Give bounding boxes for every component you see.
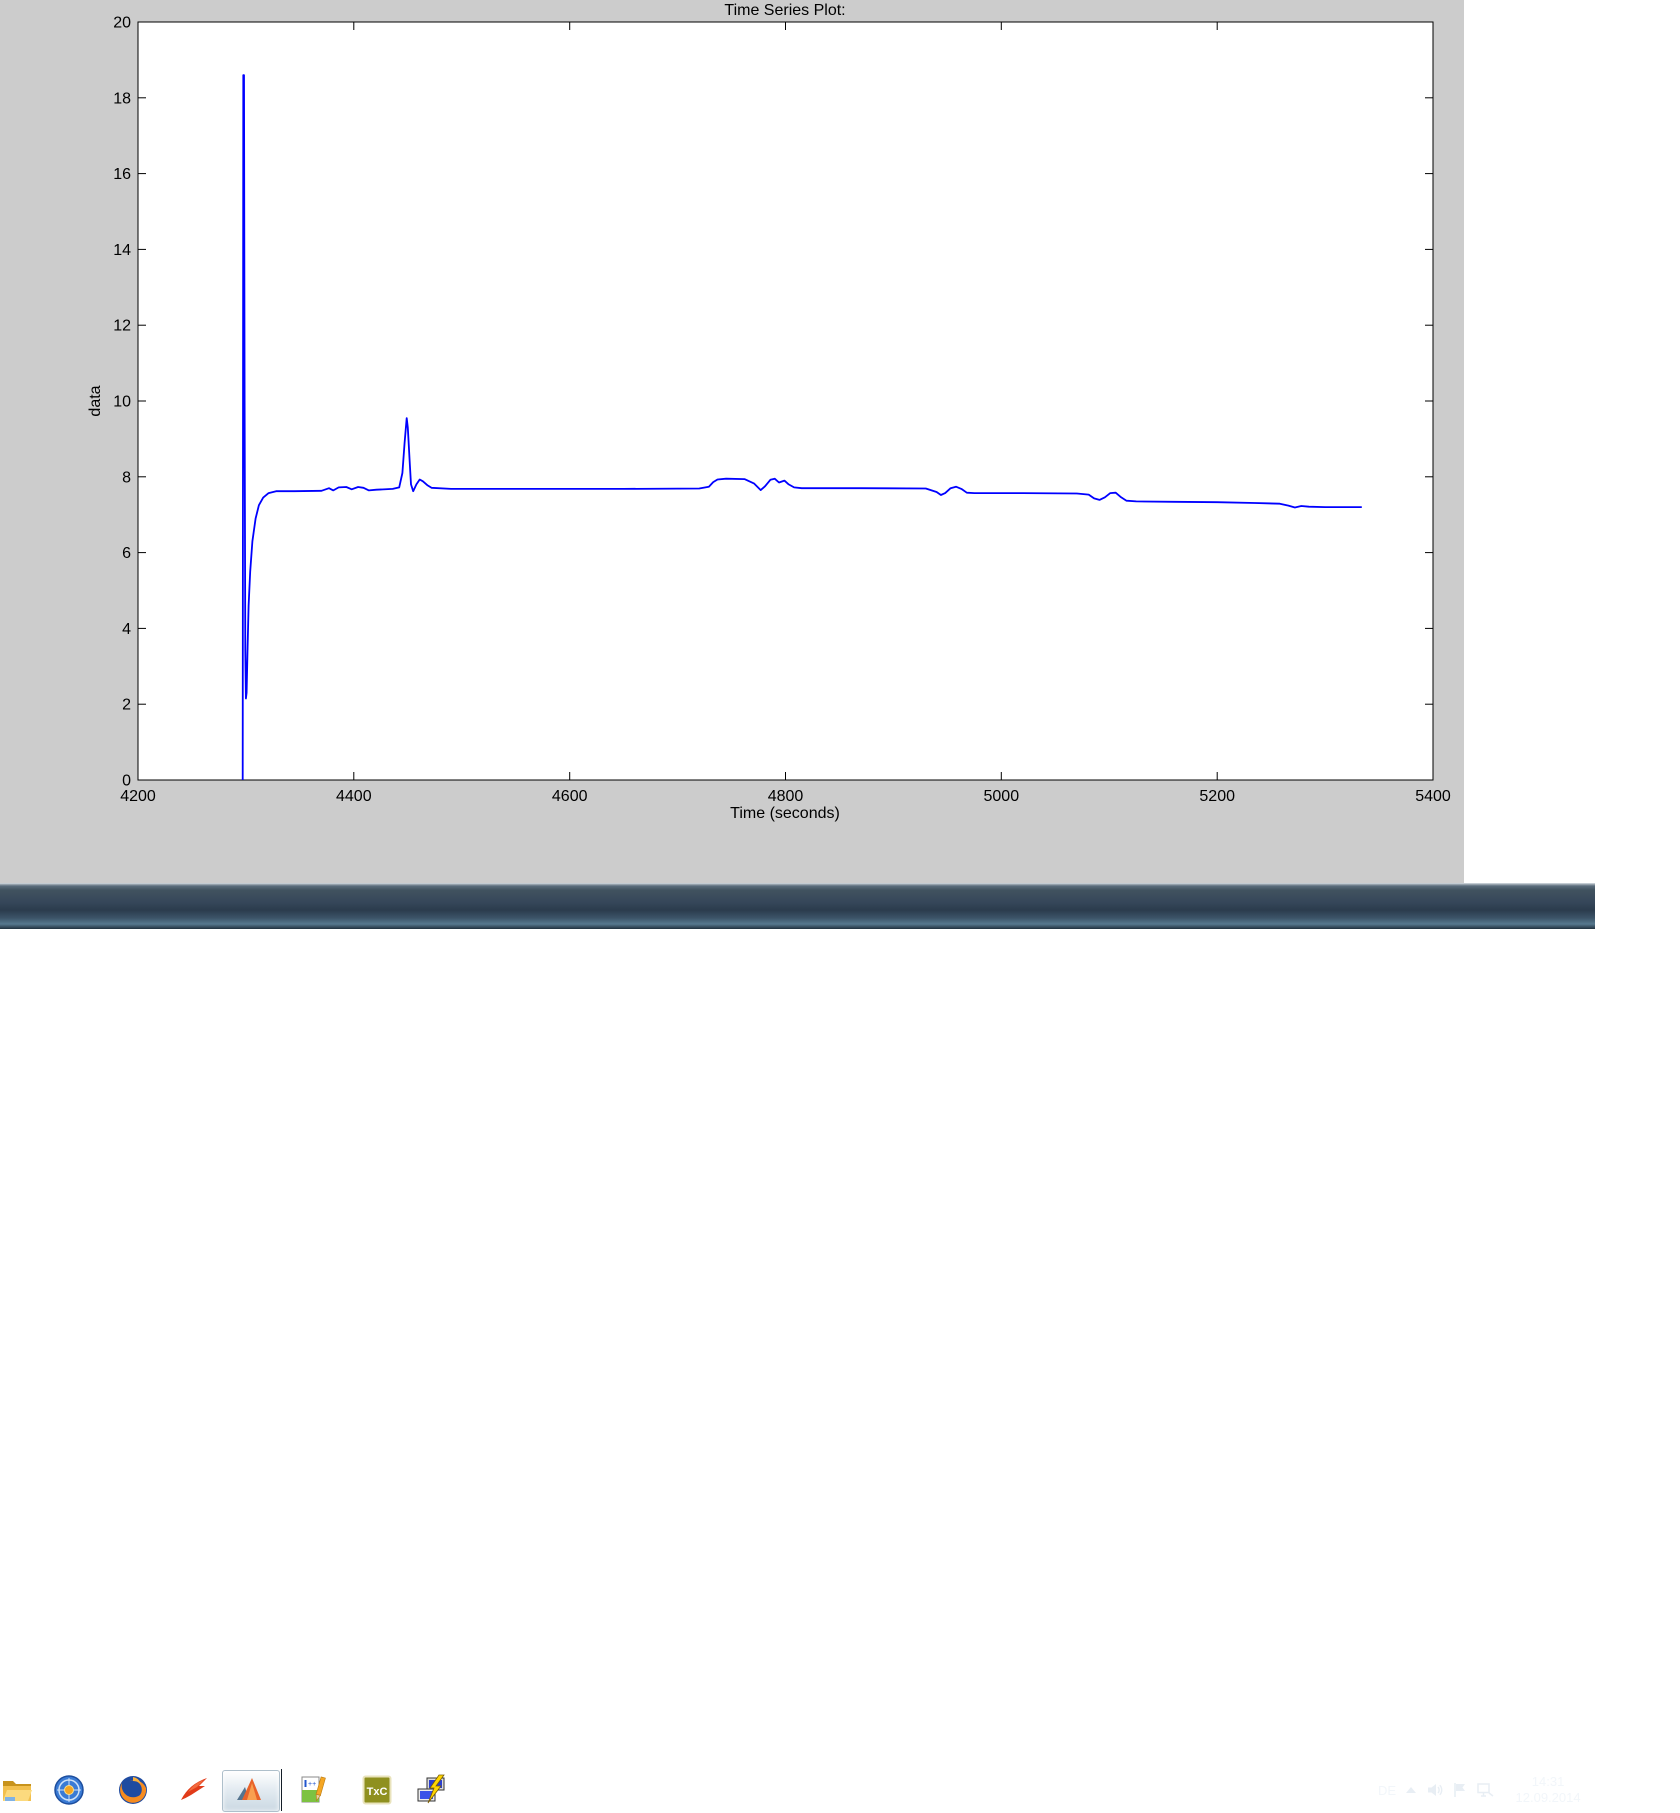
- texniccenter-label: TxC: [367, 1786, 388, 1798]
- firefox-icon[interactable]: [117, 1774, 149, 1806]
- y-tick-label: 6: [122, 545, 131, 562]
- y-tick-label: 0: [122, 773, 131, 790]
- x-axis-label: Time (seconds): [730, 805, 840, 822]
- desktop: { "figure": { "background": "#cccccc" },…: [0, 0, 1680, 1050]
- x-tick-label: 5000: [984, 788, 1020, 805]
- y-tick-label: 16: [113, 166, 131, 183]
- y-tick-label: 18: [113, 90, 131, 107]
- network-monitor-icon[interactable]: [1476, 1782, 1494, 1798]
- x-tick-label: 4200: [120, 788, 156, 805]
- y-tick-label: 14: [113, 242, 131, 259]
- language-indicator[interactable]: DE: [1378, 1783, 1396, 1798]
- plot-box: [138, 22, 1433, 780]
- volume-icon[interactable]: [1426, 1782, 1443, 1798]
- x-tick-label: 4800: [768, 788, 804, 805]
- time-series-chart: Time Series Plot: Time (seconds) data 42…: [0, 0, 1464, 883]
- x-tick-label: 4600: [552, 788, 588, 805]
- y-axis-label: data: [87, 385, 104, 416]
- x-tick-label: 5200: [1199, 788, 1235, 805]
- windows-explorer-icon[interactable]: [1, 1774, 33, 1806]
- chart-title: Time Series Plot:: [724, 2, 845, 19]
- red-bird-icon[interactable]: [178, 1774, 210, 1806]
- taskbar: ++ TxC DE: [0, 883, 1595, 929]
- remote-computers-icon[interactable]: [415, 1774, 447, 1806]
- action-center-flag-icon[interactable]: [1452, 1782, 1467, 1798]
- matlab-figure-window: Time Series Plot: Time (seconds) data 42…: [0, 0, 1464, 883]
- tray-chevron-up-icon[interactable]: [1405, 1785, 1417, 1795]
- taskbar-clock[interactable]: 14:31 12.09.2014: [1503, 1774, 1587, 1806]
- y-tick-label: 2: [122, 697, 131, 714]
- y-tick-label: 20: [113, 15, 131, 32]
- y-tick-label: 10: [113, 394, 131, 411]
- taskbar-divider: [281, 1769, 283, 1811]
- clock-date: 12.09.2014: [1509, 1790, 1587, 1806]
- y-tick-label: 12: [113, 318, 131, 335]
- y-tick-label: 8: [122, 469, 131, 486]
- x-tick-label: 4400: [336, 788, 372, 805]
- compass-app-icon[interactable]: [53, 1774, 85, 1806]
- document-editor-icon[interactable]: ++: [296, 1774, 328, 1806]
- svg-text:++: ++: [308, 1781, 316, 1788]
- x-tick-label: 5400: [1415, 788, 1451, 805]
- clock-time: 14:31: [1509, 1774, 1587, 1790]
- matlab-icon[interactable]: [234, 1774, 266, 1806]
- system-tray: DE 14:31 12.09.2014: [1378, 1767, 1587, 1813]
- y-tick-label: 4: [122, 621, 131, 638]
- texniccenter-icon[interactable]: TxC: [361, 1774, 393, 1806]
